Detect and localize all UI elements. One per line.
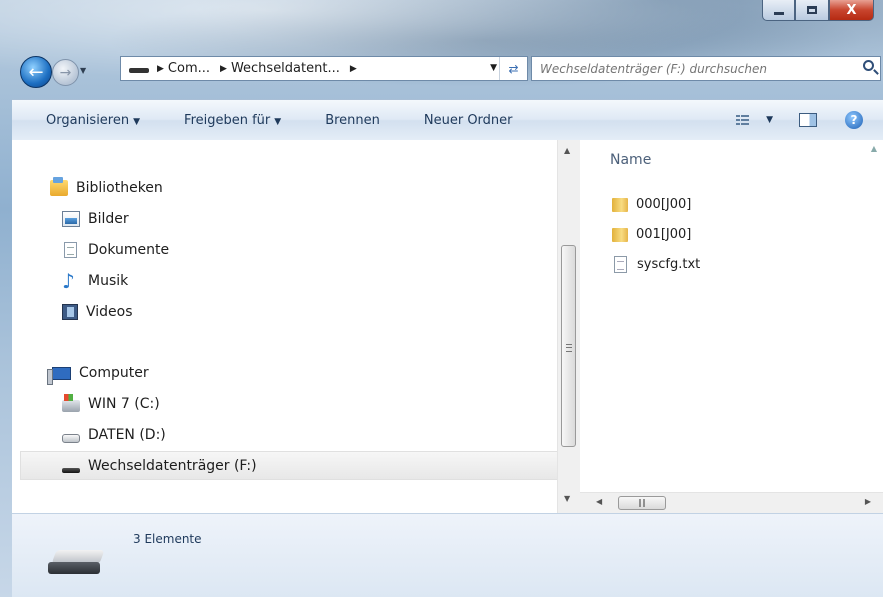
system-drive-icon	[62, 394, 80, 412]
chevron-down-icon: ▼	[274, 116, 282, 127]
pictures-icon	[62, 211, 80, 227]
preview-pane-icon[interactable]	[799, 113, 817, 127]
removable-drive-icon	[62, 467, 80, 473]
tree-item-drive-f[interactable]: Wechseldatenträger (F:)	[62, 458, 257, 474]
navigation-bar: ← → ▼ ▶ Com... ▶ Wechseldatent... ▶ ▼ ⇄	[20, 50, 881, 88]
column-header-name[interactable]: Name	[610, 152, 651, 168]
maximize-icon	[807, 6, 817, 14]
recent-pages-dropdown[interactable]: ▼	[80, 66, 86, 75]
details-pane: 3 Elemente	[12, 513, 883, 597]
address-dropdown-button[interactable]: ▼	[490, 63, 497, 73]
back-button[interactable]: ←	[20, 56, 52, 88]
navigation-pane: Bibliotheken Bilder Dokumente Musik Vide…	[12, 140, 580, 513]
videos-icon	[62, 304, 78, 320]
folder-icon	[612, 227, 628, 242]
computer-icon	[47, 366, 71, 385]
search-box[interactable]	[531, 56, 881, 81]
tree-item-label: Computer	[79, 365, 149, 381]
tree-item-documents[interactable]: Dokumente	[62, 242, 169, 258]
command-bar: Organisieren ▼ Freigeben für ▼ Brennen Neu…	[12, 99, 883, 141]
file-list-horizontal-scrollbar[interactable]: ◀ ‖‖ ▶	[580, 492, 883, 513]
back-arrow-icon: ←	[28, 61, 44, 83]
scroll-right-arrow-icon[interactable]: ▶	[865, 497, 871, 506]
file-name: syscfg.txt	[637, 257, 701, 272]
close-button[interactable]: X	[829, 0, 874, 21]
tree-item-computer[interactable]: Computer	[47, 365, 149, 385]
tree-item-drive-c[interactable]: WIN 7 (C:)	[62, 394, 160, 412]
explorer-window: X ← → ▼ ▶ Com... ▶ Wechseldatent... ▶ ▼ …	[0, 0, 883, 597]
minimize-button[interactable]	[762, 0, 795, 21]
refresh-button[interactable]: ⇄	[499, 57, 527, 80]
share-with-button[interactable]: Freigeben für ▼	[175, 113, 290, 128]
burn-button[interactable]: Brennen	[316, 113, 389, 128]
scrollbar-thumb[interactable]	[561, 245, 576, 447]
breadcrumb-chevron-icon[interactable]: ▶	[350, 64, 357, 74]
file-name: 000[J00]	[636, 197, 692, 212]
music-icon	[62, 269, 80, 293]
forward-arrow-icon: →	[59, 64, 72, 81]
item-count: 3 Elemente	[133, 532, 202, 546]
file-list-pane: Name ▲ 000[J00] 001[J00] syscfg.txt ◀ ‖‖…	[580, 140, 883, 513]
tree-item-videos[interactable]: Videos	[62, 304, 133, 320]
breadcrumb-chevron-icon[interactable]: ▶	[220, 64, 227, 74]
search-input[interactable]	[538, 60, 842, 77]
share-with-label: Freigeben für	[184, 112, 271, 128]
content-area: Bibliotheken Bilder Dokumente Musik Vide…	[12, 140, 883, 513]
search-icon[interactable]	[863, 60, 874, 71]
file-item-folder[interactable]: 001[J00]	[612, 227, 691, 242]
view-controls: ▼ ?	[736, 100, 883, 140]
text-file-icon	[614, 256, 627, 273]
address-bar[interactable]: ▶ Com... ▶ Wechseldatent... ▶ ▼ ⇄	[120, 56, 528, 81]
new-folder-button[interactable]: Neuer Ordner	[415, 113, 522, 128]
grip-icon	[566, 344, 572, 352]
navigation-pane-scrollbar[interactable]: ▲ ▼	[557, 140, 580, 513]
file-name: 001[J00]	[636, 227, 692, 242]
forward-button[interactable]: →	[52, 59, 79, 86]
scroll-down-arrow-icon[interactable]: ▼	[564, 494, 570, 503]
breadcrumb-removable-drive[interactable]: Wechseldatent...	[231, 61, 340, 76]
tree-item-label: Dokumente	[88, 242, 170, 258]
scrollbar-thumb[interactable]: ‖‖	[618, 496, 666, 510]
hard-drive-icon	[62, 433, 80, 443]
tree-item-label: WIN 7 (C:)	[88, 396, 160, 412]
tree-item-label: Bibliotheken	[76, 180, 163, 196]
folder-icon	[612, 197, 628, 212]
tree-item-music[interactable]: Musik	[62, 269, 129, 293]
tree-item-label: Wechseldatenträger (F:)	[88, 458, 257, 474]
tree-item-label: DATEN (D:)	[88, 427, 166, 443]
change-view-icon[interactable]	[736, 114, 750, 126]
chevron-down-icon: ▼	[133, 116, 141, 127]
libraries-icon	[50, 177, 68, 196]
removable-drive-large-icon	[48, 550, 106, 576]
sort-arrow-icon: ▲	[870, 144, 877, 153]
minimize-icon	[773, 11, 784, 15]
drive-icon	[129, 68, 149, 73]
organize-button[interactable]: Organisieren ▼	[37, 113, 149, 128]
maximize-button[interactable]	[795, 0, 829, 21]
scroll-up-arrow-icon[interactable]: ▲	[564, 146, 570, 155]
breadcrumb-chevron-icon[interactable]: ▶	[157, 64, 164, 74]
tree-item-pictures[interactable]: Bilder	[62, 211, 129, 227]
view-options-dropdown[interactable]: ▼	[766, 115, 773, 125]
breadcrumb-computer[interactable]: Com...	[168, 61, 210, 76]
close-icon: X	[846, 2, 857, 18]
grip-icon: ‖‖	[638, 498, 646, 507]
refresh-icon: ⇄	[508, 61, 519, 76]
tree-item-label: Bilder	[88, 211, 129, 227]
tree-item-libraries[interactable]: Bibliotheken	[50, 177, 163, 196]
organize-label: Organisieren	[46, 112, 130, 128]
tree-item-label: Videos	[86, 304, 133, 320]
tree-item-drive-d[interactable]: DATEN (D:)	[62, 427, 166, 443]
file-item-text[interactable]: syscfg.txt	[612, 256, 700, 273]
documents-icon	[64, 242, 77, 258]
file-item-folder[interactable]: 000[J00]	[612, 197, 691, 212]
help-icon[interactable]: ?	[845, 111, 863, 129]
scroll-left-arrow-icon[interactable]: ◀	[596, 497, 602, 506]
caption-buttons: X	[762, 0, 874, 22]
tree-item-label: Musik	[88, 273, 129, 289]
